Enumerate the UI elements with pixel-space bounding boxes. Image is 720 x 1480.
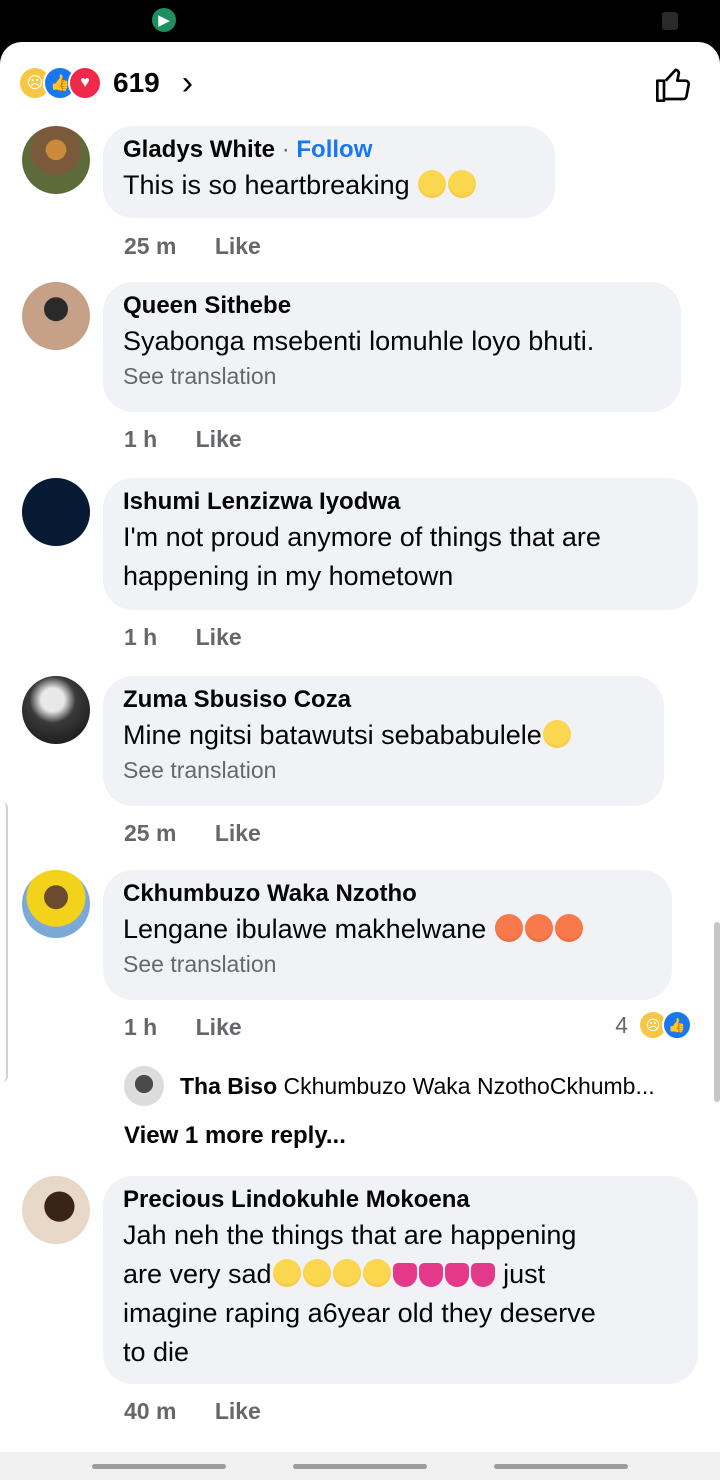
reply-preview[interactable]: Tha Biso Ckhumbuzo Waka NzothoCkhumb... <box>124 1065 655 1107</box>
like-button[interactable]: Like <box>215 233 261 259</box>
broken-heart-emoji <box>418 1263 443 1287</box>
broken-heart-emoji <box>392 1263 417 1287</box>
reactions-summary[interactable]: ☹ 👍 ♥ 619 › <box>18 66 193 100</box>
comment-meta: 25 m Like <box>124 820 261 847</box>
comment-meta: 1 h Like <box>124 1014 242 1041</box>
comment-time: 1 h <box>124 624 158 650</box>
like-button[interactable]: Like <box>215 820 261 846</box>
view-more-replies-link[interactable]: View 1 more reply... <box>124 1122 346 1150</box>
comment-time: 1 h <box>124 1014 158 1040</box>
navigation-bar <box>0 1452 720 1480</box>
comment-author[interactable]: Ishumi Lenzizwa Iyodwa <box>123 488 400 515</box>
nav-handle[interactable] <box>494 1464 628 1469</box>
avatar[interactable] <box>22 676 90 744</box>
broken-heart-emoji <box>470 1263 495 1287</box>
sad-face-emoji <box>272 1259 301 1287</box>
comment-author[interactable]: Gladys White <box>123 136 275 163</box>
pouting-face-emoji <box>554 914 583 942</box>
like-react-icon: 👍 <box>662 1010 692 1040</box>
avatar[interactable] <box>124 1066 164 1106</box>
chevron-right-icon[interactable]: › <box>182 66 193 100</box>
comment-author[interactable]: Precious Lindokuhle Mokoena <box>123 1186 470 1213</box>
comment-text: Mine ngitsi batawutsi sebababulele <box>123 720 542 750</box>
comments-sheet: ☹ 👍 ♥ 619 › Gladys White · Follow This i… <box>0 42 720 1452</box>
see-translation-link[interactable]: See translation <box>123 757 644 784</box>
comment-text-line: Jah neh the things that are happening <box>123 1220 577 1250</box>
comment-time: 40 m <box>124 1398 177 1424</box>
avatar[interactable] <box>22 870 90 938</box>
comment-bubble: Zuma Sbusiso Coza Mine ngitsi batawutsi … <box>103 676 664 806</box>
reply-text: Ckhumbuzo Waka NzothoCkhumb... <box>283 1072 655 1099</box>
comment-bubble: Precious Lindokuhle Mokoena Jah neh the … <box>103 1176 698 1384</box>
pouting-face-emoji <box>494 914 523 942</box>
comment-author[interactable]: Queen Sithebe <box>123 292 291 319</box>
loudly-crying-emoji <box>418 170 447 198</box>
like-button[interactable]: Like <box>215 1398 261 1424</box>
comment-text: Lengane ibulawe makhelwane <box>123 914 487 944</box>
avatar[interactable] <box>22 126 90 194</box>
see-translation-link[interactable]: See translation <box>123 951 652 978</box>
comment-meta: 1 h Like <box>124 624 242 651</box>
nav-handle[interactable] <box>92 1464 226 1469</box>
love-react-icon: ♥ <box>68 66 102 100</box>
comment-time: 25 m <box>124 820 177 846</box>
comment-bubble: Ckhumbuzo Waka Nzotho Lengane ibulawe ma… <box>103 870 672 1000</box>
sad-face-emoji <box>332 1259 361 1287</box>
comment-text-line: to die <box>123 1337 190 1367</box>
comment-meta: 40 m Like <box>124 1398 261 1425</box>
comment-text: This is so heartbreaking <box>123 170 410 200</box>
avatar[interactable] <box>22 478 90 546</box>
battery-icon <box>662 12 678 30</box>
comment-bubble: Queen Sithebe Syabonga msebenti lomuhle … <box>103 282 681 412</box>
status-bar: ▶ <box>0 0 720 42</box>
like-button[interactable]: Like <box>196 1014 242 1040</box>
comment-text-line: imagine raping a6year old they deserve <box>123 1298 596 1328</box>
comment-author[interactable]: Ckhumbuzo Waka Nzotho <box>123 880 417 907</box>
comment-meta: 1 h Like <box>124 426 242 453</box>
like-thumb-icon[interactable] <box>654 64 694 104</box>
comment-bubble: Ishumi Lenzizwa Iyodwa I'm not proud any… <box>103 478 698 610</box>
edge-panel-handle[interactable] <box>0 802 8 1082</box>
see-translation-link[interactable]: See translation <box>123 363 661 390</box>
nav-handle[interactable] <box>293 1464 427 1469</box>
comment-time: 25 m <box>124 233 177 259</box>
reaction-icons: ☹ 👍 ♥ <box>18 66 102 100</box>
comment-text-line: just <box>503 1259 546 1289</box>
comment-bubble: Gladys White · Follow This is so heartbr… <box>103 126 555 218</box>
sad-face-emoji <box>302 1259 331 1287</box>
comment-time: 1 h <box>124 426 158 452</box>
follow-button[interactable]: Follow <box>296 136 372 163</box>
separator-dot: · <box>281 136 290 163</box>
like-button[interactable]: Like <box>196 426 242 452</box>
reaction-count-number: 4 <box>615 1011 628 1038</box>
comment-text: Syabonga msebenti lomuhle loyo bhuti. <box>123 326 595 356</box>
broken-heart-emoji <box>444 1263 469 1287</box>
comment-text-line: are very sad <box>123 1259 272 1289</box>
avatar[interactable] <box>22 1176 90 1244</box>
like-button[interactable]: Like <box>196 624 242 650</box>
comment-reaction-count[interactable]: 4 ☹ 👍 <box>615 1010 692 1040</box>
angry-face-emoji <box>542 720 571 748</box>
comment-author[interactable]: Zuma Sbusiso Coza <box>123 686 351 713</box>
scrollbar[interactable] <box>714 922 720 1102</box>
sad-face-emoji <box>362 1259 391 1287</box>
loudly-crying-emoji <box>448 170 477 198</box>
avatar[interactable] <box>22 282 90 350</box>
comment-meta: 25 m Like <box>124 233 261 260</box>
reaction-count: 619 <box>113 67 160 98</box>
pouting-face-emoji <box>524 914 553 942</box>
app-notification-icon: ▶ <box>152 8 176 32</box>
comment-text: I'm not proud anymore of things that are… <box>123 522 601 591</box>
reply-author[interactable]: Tha Biso <box>180 1073 277 1099</box>
